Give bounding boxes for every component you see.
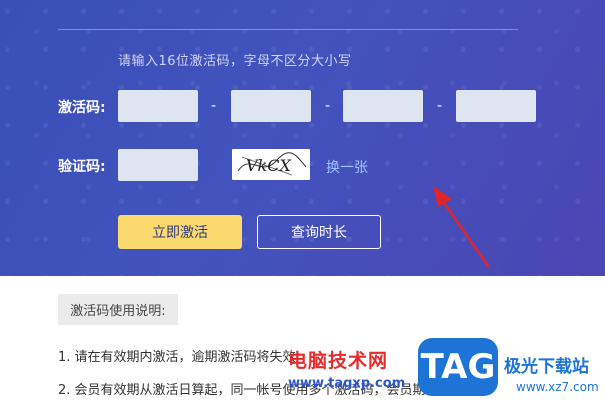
usage-title: 激活码使用说明:: [58, 294, 178, 325]
usage-item-2: 2. 会员有效期从激活日算起，同一帐号使用多个激活码，会员期自动延长;: [58, 383, 482, 398]
usage-item-1: 1. 请在有效期内激活，逾期激活码将失效;: [58, 350, 300, 365]
